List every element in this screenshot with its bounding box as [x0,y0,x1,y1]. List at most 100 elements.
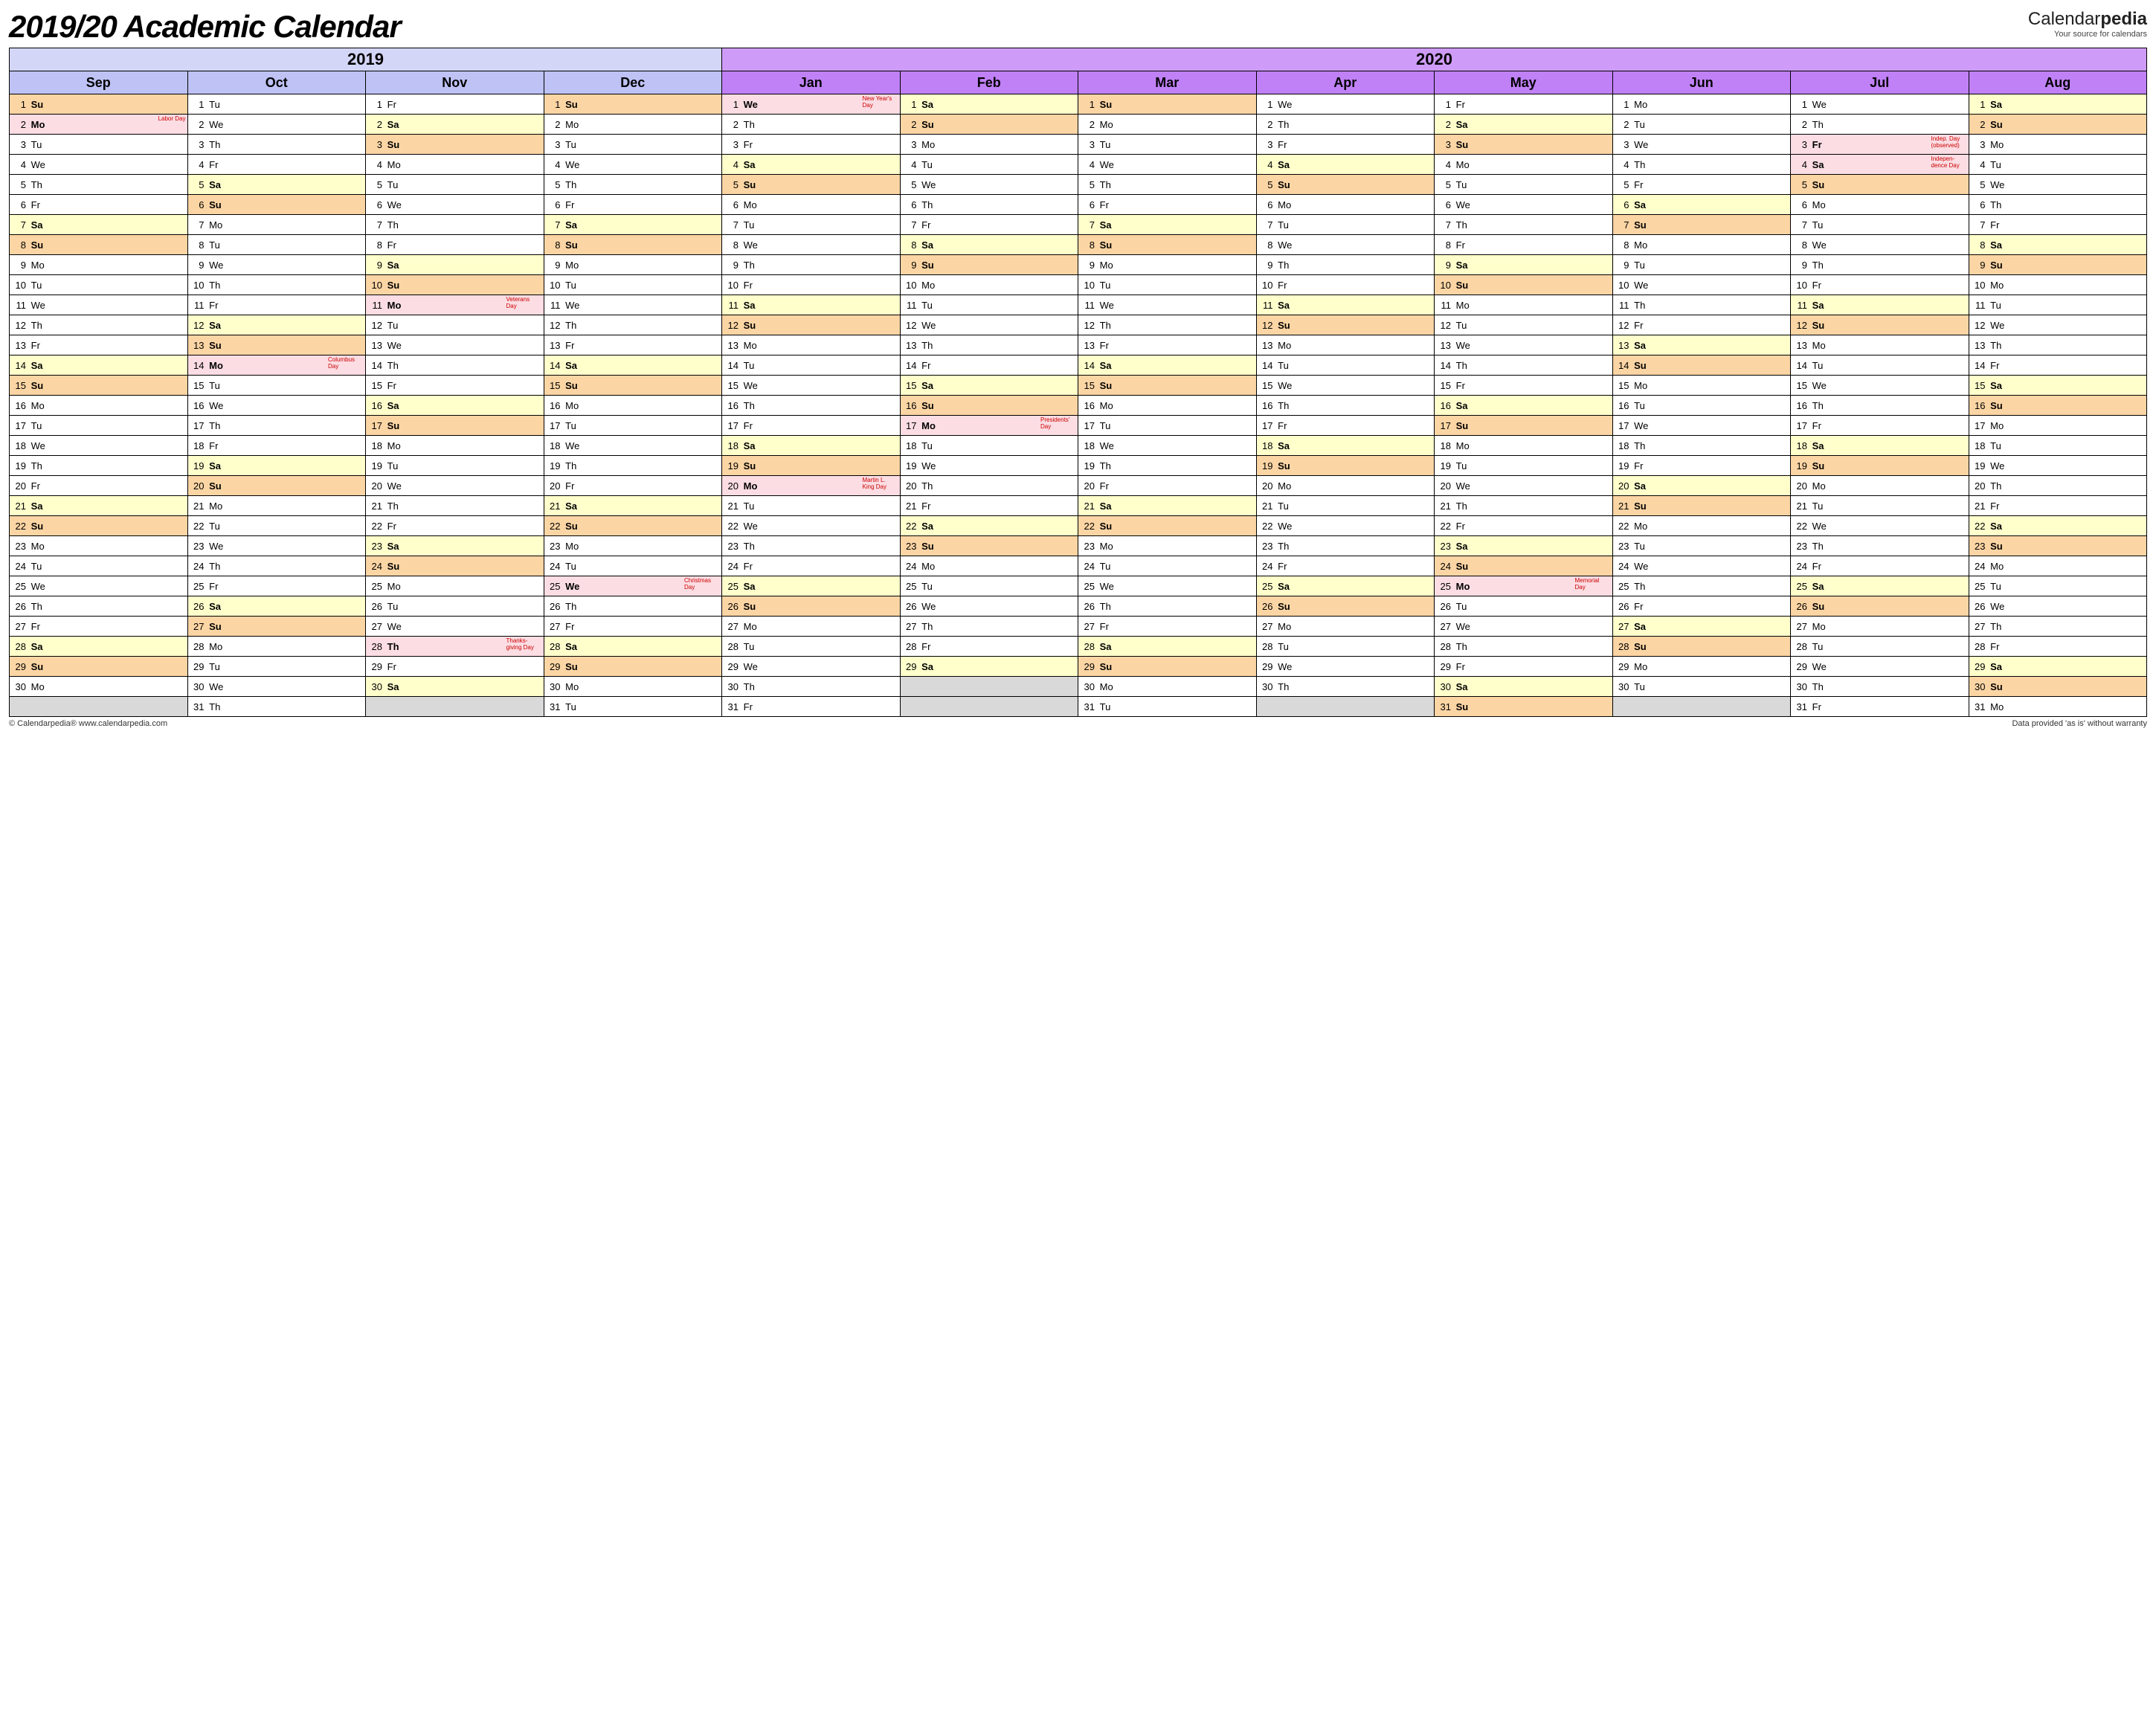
day-cell: 1 WeNew Year's Day [722,94,901,115]
day-cell: 21 Sa [10,496,188,516]
day-cell: 22 Fr [1435,516,1613,536]
day-cell: 16 Su [900,396,1078,416]
day-cell: 10 We [1612,275,1791,295]
day-cell: 10 Tu [10,275,188,295]
day-cell: 5 We [900,175,1078,195]
day-cell: 17 Mo [1969,416,2147,436]
day-cell: 5 Sa [187,175,366,195]
day-cell: 2 Sa [1435,115,1613,135]
year-header: 2020 [722,48,2147,71]
day-cell: 8 Su [10,235,188,255]
day-cell: 17 Tu [1078,416,1257,436]
day-cell: 16 Th [1791,396,1969,416]
day-cell: 29 Sa [1969,657,2147,677]
day-cell: 13 Fr [544,335,722,355]
day-cell: 18 Th [1612,436,1791,456]
day-cell: 15 Fr [366,376,544,396]
day-cell: 28 Sa [544,637,722,657]
day-cell: 23 Su [900,536,1078,556]
day-cell: 24 We [1612,556,1791,576]
day-cell: 9 Su [900,255,1078,275]
day-cell: 28 Sa [10,637,188,657]
day-cell: 14 Fr [1969,355,2147,376]
day-cell: 7 Sa [1078,215,1257,235]
day-cell: 24 Fr [722,556,901,576]
day-cell: 4 Sa [722,155,901,175]
day-cell: 1 Su [10,94,188,115]
day-cell: 6 Th [1969,195,2147,215]
day-cell: 13 Fr [10,335,188,355]
day-cell: 27 We [1435,617,1613,637]
day-cell: 22 We [722,516,901,536]
day-cell: 9 Mo [544,255,722,275]
day-cell: 23 Th [1791,536,1969,556]
day-cell: 7 Tu [722,215,901,235]
day-cell: 26 We [1969,596,2147,617]
day-cell: 2 Th [1256,115,1435,135]
day-cell: 30 Th [722,677,901,697]
day-cell: 3 Tu [10,135,188,155]
day-cell: 3 Th [187,135,366,155]
day-cell: 13 Su [187,335,366,355]
day-cell: 25 Sa [722,576,901,596]
day-cell: 18 Tu [1969,436,2147,456]
day-cell: 16 Mo [10,396,188,416]
day-cell: 20 We [366,476,544,496]
day-cell: 21 Fr [900,496,1078,516]
day-cell: 20 Th [1969,476,2147,496]
day-cell: 14 Tu [1256,355,1435,376]
day-cell: 29 Mo [1612,657,1791,677]
day-cell: 22 Su [1078,516,1257,536]
day-cell: 4 Fr [187,155,366,175]
day-cell: 2 Mo [544,115,722,135]
day-cell: 12 Th [1078,315,1257,335]
day-cell: 2 Su [1969,115,2147,135]
day-cell: 7 Su [1612,215,1791,235]
day-cell: 30 Mo [544,677,722,697]
day-cell: 16 Sa [1435,396,1613,416]
day-cell: 7 Fr [1969,215,2147,235]
day-cell: 16 Su [1969,396,2147,416]
day-cell: 2 Sa [366,115,544,135]
day-cell: 25 Th [1612,576,1791,596]
day-cell: 27 Mo [722,617,901,637]
day-cell: 17 MoPresidents' Day [900,416,1078,436]
day-cell: 17 Th [187,416,366,436]
day-cell: 21 Th [366,496,544,516]
day-cell: 25 Fr [187,576,366,596]
day-cell: 4 Sa [1256,155,1435,175]
day-cell: 5 Tu [1435,175,1613,195]
day-cell: 22 Sa [900,516,1078,536]
day-cell: 1 Tu [187,94,366,115]
day-cell: 1 Su [544,94,722,115]
day-cell: 26 Th [544,596,722,617]
day-cell: 10 Mo [1969,275,2147,295]
day-cell: 7 Tu [1791,215,1969,235]
day-cell: 8 Mo [1612,235,1791,255]
day-cell: 19 Tu [366,456,544,476]
day-cell: 20 Su [187,476,366,496]
day-cell: 18 Fr [187,436,366,456]
day-cell: 14 Fr [900,355,1078,376]
day-cell: 8 Fr [366,235,544,255]
day-cell: 22 Fr [366,516,544,536]
day-cell: 23 Mo [1078,536,1257,556]
day-cell: 14 Tu [1791,355,1969,376]
day-cell: 7 Th [366,215,544,235]
day-cell: 28 Sa [1078,637,1257,657]
day-cell: 13 Th [1969,335,2147,355]
day-cell: 3 Su [366,135,544,155]
day-cell: 5 Th [544,175,722,195]
day-cell: 3 Su [1435,135,1613,155]
day-cell: 22 Mo [1612,516,1791,536]
day-cell: 27 Fr [1078,617,1257,637]
day-cell: 2 Su [900,115,1078,135]
day-cell: 19 Th [10,456,188,476]
day-cell: 6 Fr [544,195,722,215]
day-cell: 26 Su [1791,596,1969,617]
day-cell: 19 We [1969,456,2147,476]
day-cell: 14 Su [1612,355,1791,376]
day-cell: 13 Mo [722,335,901,355]
brand-tagline: Your source for calendars [2028,30,2147,39]
day-cell: 7 Th [1435,215,1613,235]
